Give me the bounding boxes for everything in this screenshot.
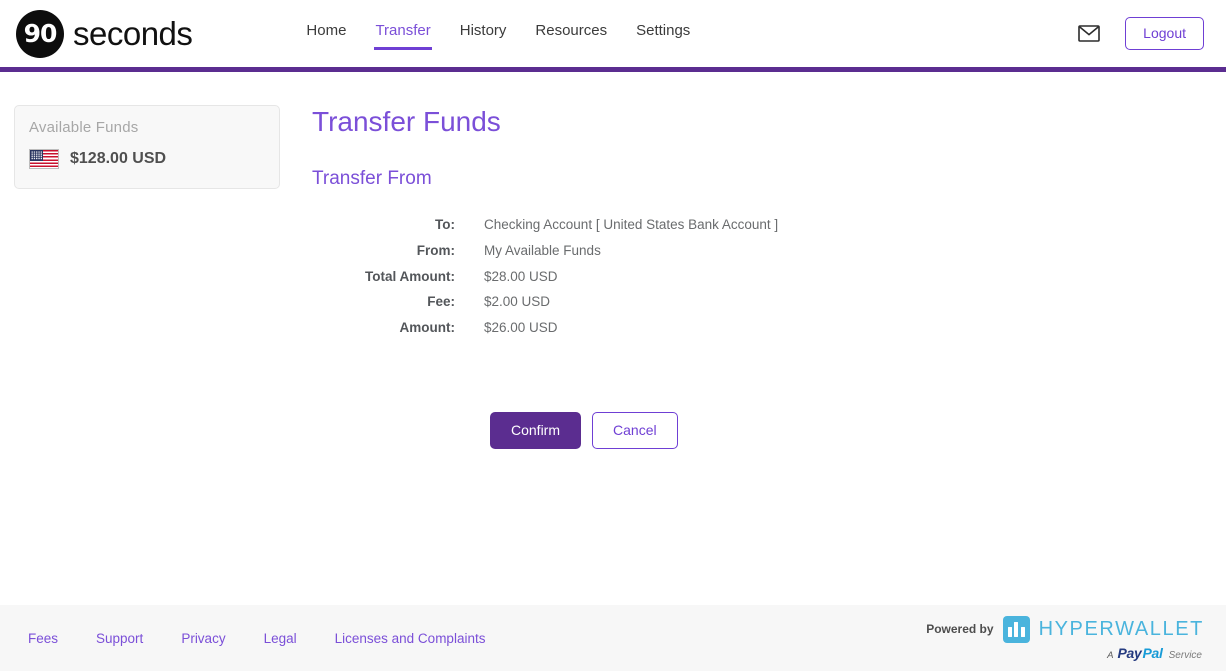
transfer-details-table: To: Checking Account [ United States Ban…	[312, 212, 778, 340]
detail-value-fee: $2.00 USD	[484, 294, 551, 310]
detail-label-to: To:	[435, 217, 455, 233]
detail-value-amount: $26.00 USD	[484, 319, 558, 335]
nav-item-settings[interactable]: Settings	[635, 18, 691, 50]
available-funds-body: $128.00 USD	[15, 147, 279, 188]
paypal-logo-pal: Pal	[1142, 644, 1163, 661]
brand-name: seconds	[73, 15, 193, 52]
paypal-prefix: A	[1107, 649, 1114, 661]
detail-label-from: From:	[416, 242, 455, 258]
footer-link-licenses-and-complaints[interactable]: Licenses and Complaints	[335, 631, 486, 646]
detail-label-fee: Fee:	[427, 294, 455, 310]
header-actions: Logout	[1078, 17, 1204, 50]
app-header: 90 seconds Home Transfer History Resourc…	[0, 0, 1226, 72]
footer-links: Fees Support Privacy Legal Licenses and …	[28, 631, 485, 646]
available-funds-card: Available Funds $128.00 USD	[14, 105, 280, 189]
us-flag-icon	[29, 149, 59, 169]
paypal-service-label: Service	[1168, 649, 1202, 661]
paypal-service-line: A Pay Pal Service	[1107, 645, 1202, 661]
main-panel: Transfer Funds Transfer From To: Checkin…	[280, 105, 1226, 450]
logo-circle-icon: 90	[16, 9, 64, 58]
detail-label-amount: Amount:	[399, 319, 455, 335]
sidebar: Available Funds $128.00 USD	[0, 105, 280, 189]
footer-link-privacy[interactable]: Privacy	[181, 631, 225, 646]
cancel-button[interactable]: Cancel	[592, 412, 678, 450]
detail-value-from: My Available Funds	[484, 242, 601, 258]
table-row: To: Checking Account [ United States Ban…	[312, 212, 778, 238]
powered-by-label: Powered by	[926, 622, 994, 636]
logout-button[interactable]: Logout	[1125, 17, 1204, 50]
footer-link-support[interactable]: Support	[96, 631, 143, 646]
nav-item-home[interactable]: Home	[305, 18, 347, 50]
hyperwallet-wordmark: HYPERWALLET	[1038, 617, 1204, 640]
detail-value-to: Checking Account [ United States Bank Ac…	[484, 217, 779, 233]
powered-by-row: Powered by HYPERWALLET	[926, 615, 1204, 643]
detail-label-total-amount: Total Amount:	[365, 268, 455, 284]
section-title: Transfer From	[312, 167, 432, 189]
logo-mark-text: 90	[23, 19, 58, 48]
header-accent-bar	[0, 67, 1226, 72]
mail-icon[interactable]	[1078, 25, 1100, 42]
form-actions: Confirm Cancel	[490, 412, 1226, 450]
main-navigation: Home Transfer History Resources Settings	[305, 0, 691, 67]
paypal-logo-pay: Pay	[1117, 644, 1142, 661]
nav-item-resources[interactable]: Resources	[534, 18, 608, 50]
powered-by-block: Powered by HYPERWALLET A Pay Pal Service	[926, 615, 1204, 661]
nav-item-transfer[interactable]: Transfer	[374, 18, 432, 50]
page-footer: Fees Support Privacy Legal Licenses and …	[0, 605, 1226, 671]
table-row: Amount: $26.00 USD	[312, 315, 778, 341]
detail-value-total-amount: $28.00 USD	[484, 268, 558, 284]
footer-link-legal[interactable]: Legal	[264, 631, 297, 646]
table-row: Fee: $2.00 USD	[312, 289, 778, 315]
table-row: From: My Available Funds	[312, 238, 778, 264]
hyperwallet-logo-icon	[1002, 615, 1030, 643]
brand-logo[interactable]: 90 seconds	[16, 9, 193, 58]
confirm-button[interactable]: Confirm	[490, 412, 582, 450]
available-funds-amount: $128.00 USD	[70, 150, 167, 167]
table-row: Total Amount: $28.00 USD	[312, 264, 778, 290]
nav-item-history[interactable]: History	[459, 18, 508, 50]
available-funds-title: Available Funds	[29, 119, 139, 136]
footer-link-fees[interactable]: Fees	[28, 631, 58, 646]
page-title: Transfer Funds	[312, 106, 501, 137]
page-content: Available Funds $128.00 USD Transfer Fun…	[0, 67, 1226, 605]
